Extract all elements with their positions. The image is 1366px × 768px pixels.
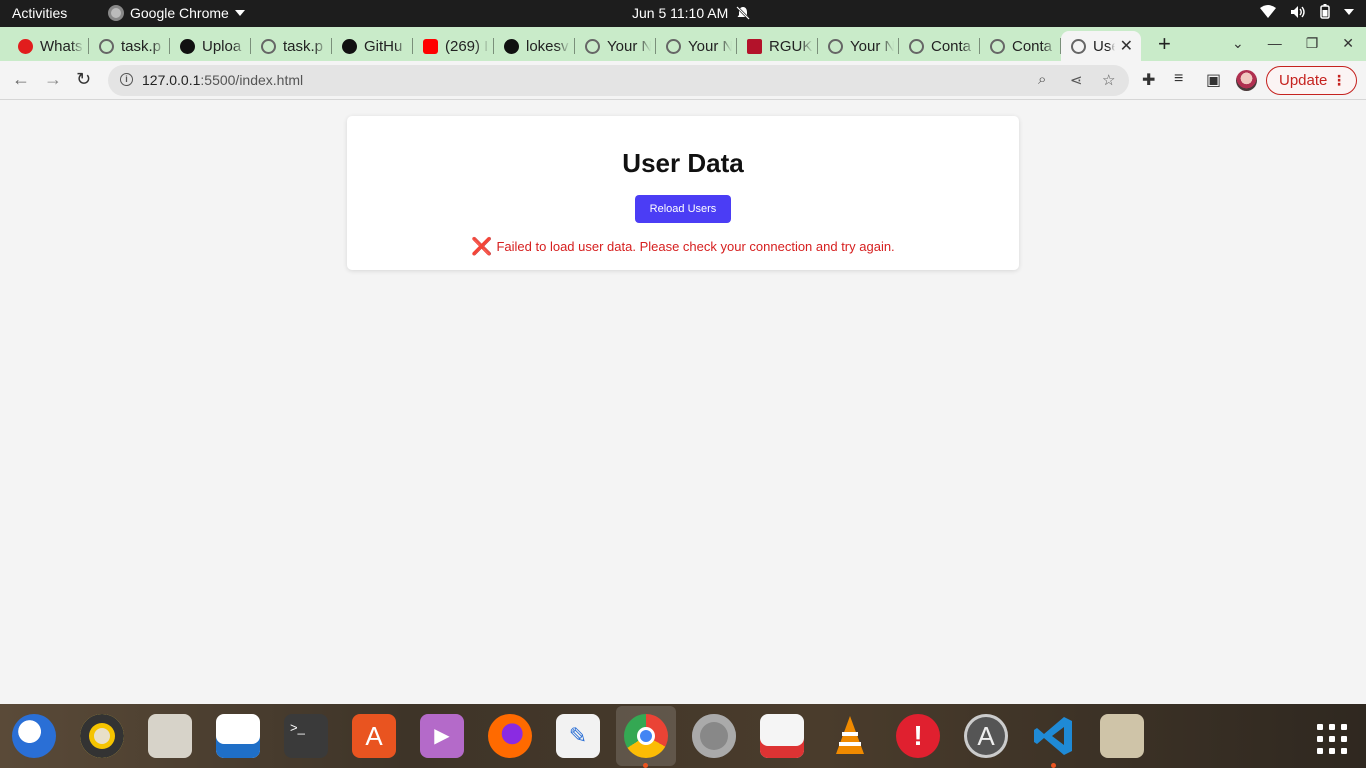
tab-user-data-active[interactable]: User✕: [1061, 31, 1141, 61]
tab-github[interactable]: GitHu: [332, 31, 413, 61]
app-menu[interactable]: Google Chrome: [108, 5, 245, 21]
browser-toolbar: ← → ↻ i 127.0.0.1:5500/index.html ⌕ ⋖ ☆ …: [0, 61, 1366, 100]
tab-youtube[interactable]: (269) I: [413, 31, 494, 61]
rguk-icon: [747, 38, 762, 54]
globe-icon: [666, 38, 681, 54]
youtube-icon: [423, 38, 438, 54]
menu-dots-icon: ⋮: [1332, 72, 1346, 88]
side-panel-icon[interactable]: ▣: [1206, 70, 1221, 90]
tab-upload[interactable]: Uploa: [170, 31, 251, 61]
notifications-muted-icon: [736, 6, 751, 20]
url-text[interactable]: 127.0.0.1:5500/index.html: [142, 72, 303, 88]
close-window-button[interactable]: ✕: [1342, 35, 1354, 52]
system-top-bar: Activities Google Chrome Jun 5 11:10 AM: [0, 0, 1366, 27]
tab-contact-1[interactable]: Conta: [899, 31, 980, 61]
globe-icon: [828, 38, 843, 54]
globe-icon: [99, 38, 114, 54]
app-center-icon[interactable]: A: [352, 714, 396, 758]
update-button[interactable]: Update ⋮: [1266, 66, 1357, 95]
google-chrome-icon[interactable]: [624, 714, 668, 758]
videos-icon[interactable]: ▶: [420, 714, 464, 758]
files-icon[interactable]: [148, 714, 192, 758]
running-indicator: [643, 763, 648, 768]
page-title: User Data: [622, 148, 744, 178]
minimize-button[interactable]: —: [1268, 35, 1282, 52]
chrome-icon: [108, 5, 124, 21]
terminal-icon[interactable]: >_: [284, 714, 328, 758]
window-controls: ⌄ — ❐ ✕: [1232, 35, 1354, 52]
tab-rguk[interactable]: RGUK: [737, 31, 818, 61]
battery-icon: [1320, 4, 1330, 19]
clock[interactable]: Jun 5 11:10 AM: [632, 5, 751, 21]
rhythmbox-icon[interactable]: [80, 714, 124, 758]
settings-icon[interactable]: [692, 714, 736, 758]
profile-avatar[interactable]: [1236, 70, 1257, 91]
error-message: ❌ Failed to load user data. Please check…: [347, 237, 1019, 256]
globe-icon: [585, 38, 600, 54]
libreoffice-writer-icon[interactable]: [216, 714, 260, 758]
vlc-icon[interactable]: [828, 714, 872, 758]
zoom-icon[interactable]: ⌕: [1038, 71, 1046, 88]
error-text: Failed to load user data. Please check y…: [496, 239, 895, 254]
extensions-icon[interactable]: ✚: [1142, 70, 1155, 90]
tab-contact-2[interactable]: Conta: [980, 31, 1061, 61]
app-menu-label: Google Chrome: [130, 5, 229, 21]
new-tab-button[interactable]: +: [1158, 31, 1171, 57]
text-editor-icon[interactable]: ✎: [556, 714, 600, 758]
activities-button[interactable]: Activities: [12, 5, 67, 21]
tab-task-1[interactable]: task.p: [89, 31, 170, 61]
globe-icon: [990, 38, 1005, 54]
user-data-card: User Data Reload Users ❌ Failed to load …: [347, 116, 1019, 270]
wifi-icon: [1260, 4, 1276, 18]
tab-task-2[interactable]: task.p: [251, 31, 332, 61]
globe-icon: [261, 38, 276, 54]
thunderbird-icon[interactable]: [12, 714, 56, 758]
show-applications-icon[interactable]: [1317, 724, 1347, 754]
tab-lokesv[interactable]: lokesv: [494, 31, 575, 61]
firefox-icon[interactable]: [488, 714, 532, 758]
browser-tab-strip: Whats task.p Uploa task.p GitHu (269) I …: [0, 27, 1366, 61]
reload-page-button[interactable]: ↻: [76, 69, 91, 90]
software-updater-icon[interactable]: A: [964, 714, 1008, 758]
restore-button[interactable]: ❐: [1306, 35, 1319, 52]
share-icon[interactable]: ⋖: [1070, 71, 1083, 89]
site-info-icon[interactable]: i: [120, 73, 133, 86]
close-tab-icon[interactable]: ✕: [1120, 36, 1133, 56]
document-viewer-icon[interactable]: [760, 714, 804, 758]
tab-whatsapp[interactable]: Whats: [8, 31, 89, 61]
github-icon: [180, 38, 195, 54]
tab-list: Whats task.p Uploa task.p GitHu (269) I …: [8, 31, 1141, 61]
forward-button[interactable]: →: [44, 69, 62, 90]
vscode-icon[interactable]: [1032, 714, 1076, 758]
globe-icon: [1071, 38, 1086, 54]
update-notifier-icon[interactable]: !: [896, 714, 940, 758]
back-button[interactable]: ←: [12, 69, 30, 90]
globe-icon: [909, 38, 924, 54]
system-indicators[interactable]: [1260, 4, 1354, 19]
media-controls-icon[interactable]: ≡: [1174, 70, 1183, 88]
volume-icon: [1291, 5, 1305, 18]
chevron-down-icon: [234, 10, 245, 16]
ubuntu-dock: >_ A ▶ ✎ ! A: [0, 704, 1366, 768]
openai-icon: [342, 38, 357, 54]
datetime-label: Jun 5 11:10 AM: [632, 5, 729, 21]
error-x-icon: ❌: [471, 237, 493, 256]
address-bar[interactable]: i 127.0.0.1:5500/index.html ⌕ ⋖ ☆: [108, 65, 1129, 96]
archive-manager-icon[interactable]: [1100, 714, 1144, 758]
whatsapp-favicon-icon: [18, 38, 33, 54]
chevron-down-icon: [1344, 8, 1354, 15]
tab-your-n-1[interactable]: Your N: [575, 31, 656, 61]
tab-search-chevron-icon[interactable]: ⌄: [1232, 35, 1244, 52]
running-indicator: [1051, 763, 1056, 768]
github-icon: [504, 38, 519, 54]
bookmark-star-icon[interactable]: ☆: [1102, 71, 1115, 89]
tab-your-n-2[interactable]: Your N: [656, 31, 737, 61]
reload-users-button[interactable]: Reload Users: [635, 195, 731, 223]
tab-your-n-3[interactable]: Your N: [818, 31, 899, 61]
